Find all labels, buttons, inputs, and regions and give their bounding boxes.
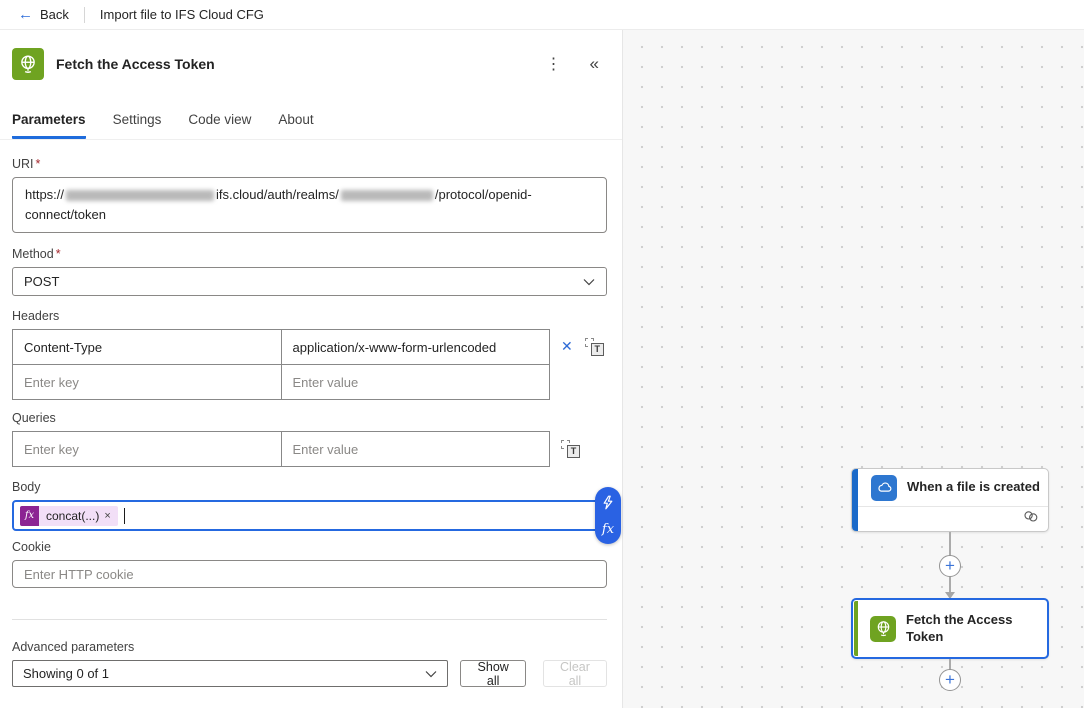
queries-text-mode-icon[interactable]: T bbox=[561, 439, 580, 458]
http-globe-icon bbox=[12, 48, 44, 80]
more-options-icon[interactable]: ⋮ bbox=[546, 54, 562, 74]
tab-about[interactable]: About bbox=[278, 106, 313, 139]
expression-button[interactable]: fx bbox=[595, 517, 621, 541]
chevron-down-icon bbox=[583, 274, 595, 289]
queries-table bbox=[12, 431, 550, 467]
header-value-input[interactable] bbox=[282, 330, 550, 364]
advanced-parameters-dropdown[interactable]: Showing 0 of 1 bbox=[12, 660, 448, 687]
remove-token-icon[interactable]: × bbox=[104, 510, 110, 522]
back-button[interactable]: ← Back bbox=[18, 7, 69, 22]
cookie-label: Cookie bbox=[12, 540, 607, 554]
header-row bbox=[13, 330, 549, 365]
action-config-panel: Fetch the Access Token ⋮ « Parameters Se… bbox=[0, 30, 622, 708]
show-all-button[interactable]: Show all bbox=[460, 660, 525, 687]
flow-title: Import file to IFS Cloud CFG bbox=[100, 7, 264, 22]
onedrive-cloud-icon bbox=[871, 475, 897, 501]
section-divider bbox=[12, 619, 607, 620]
action-node-title: Fetch the Access Token bbox=[906, 612, 1028, 645]
back-arrow-icon: ← bbox=[18, 7, 33, 22]
header-value-input[interactable] bbox=[282, 365, 550, 399]
cookie-input[interactable] bbox=[12, 560, 607, 588]
headers-label: Headers bbox=[12, 309, 607, 323]
http-globe-icon bbox=[870, 616, 896, 642]
uri-label: URI* bbox=[12, 157, 607, 171]
advanced-parameters-label: Advanced parameters bbox=[12, 640, 607, 654]
panel-tabs: Parameters Settings Code view About bbox=[0, 106, 622, 140]
header-row bbox=[13, 365, 549, 399]
tab-settings[interactable]: Settings bbox=[113, 106, 162, 139]
body-input[interactable]: fx concat(...) × bbox=[12, 500, 607, 531]
uri-input[interactable]: https://ifs.cloud/auth/realms//protocol/… bbox=[12, 177, 607, 233]
token-text: concat(...) bbox=[46, 509, 99, 523]
text-caret bbox=[124, 508, 125, 524]
chevron-down-icon bbox=[425, 666, 437, 681]
query-key-input[interactable] bbox=[13, 432, 281, 466]
uri-text-part: ifs.cloud/auth/realms/ bbox=[216, 187, 339, 202]
input-assist-capsule: fx bbox=[595, 487, 621, 544]
uri-text-part: https:// bbox=[25, 187, 64, 202]
delete-header-row-icon[interactable]: ✕ bbox=[561, 339, 573, 353]
redacted-realm-segment bbox=[341, 190, 433, 201]
tab-code-view[interactable]: Code view bbox=[188, 106, 251, 139]
connection-icon[interactable] bbox=[1023, 510, 1039, 528]
flow-canvas[interactable]: When a file is created + bbox=[622, 30, 1084, 708]
fx-badge-icon: fx bbox=[20, 506, 39, 526]
query-row bbox=[13, 432, 549, 466]
redacted-host-segment bbox=[66, 190, 214, 201]
collapse-panel-icon[interactable]: « bbox=[590, 54, 599, 74]
tab-parameters[interactable]: Parameters bbox=[12, 106, 86, 139]
query-value-input[interactable] bbox=[282, 432, 550, 466]
method-label: Method* bbox=[12, 247, 607, 261]
expression-token[interactable]: fx concat(...) × bbox=[20, 506, 118, 526]
panel-title: Fetch the Access Token bbox=[56, 56, 215, 72]
headers-table bbox=[12, 329, 550, 400]
action-node-fetch-the-access-token[interactable]: Fetch the Access Token bbox=[851, 598, 1049, 659]
headers-text-mode-icon[interactable]: T bbox=[585, 337, 604, 356]
dynamic-content-button[interactable] bbox=[595, 490, 621, 514]
queries-label: Queries bbox=[12, 411, 607, 425]
edge-line bbox=[949, 577, 951, 593]
panel-header: Fetch the Access Token ⋮ « bbox=[12, 48, 607, 80]
top-bar: ← Back Import file to IFS Cloud CFG bbox=[0, 0, 1084, 30]
header-key-input[interactable] bbox=[13, 365, 281, 399]
body-label: Body bbox=[12, 480, 607, 494]
method-value: POST bbox=[24, 274, 59, 289]
edge-line bbox=[949, 532, 951, 556]
clear-all-button[interactable]: Clear all bbox=[543, 660, 607, 687]
insert-step-button[interactable]: + bbox=[939, 669, 961, 691]
topbar-divider bbox=[84, 7, 85, 23]
insert-step-button[interactable]: + bbox=[939, 555, 961, 577]
trigger-node-title: When a file is created bbox=[907, 479, 1040, 495]
back-label: Back bbox=[40, 7, 69, 22]
method-dropdown[interactable]: POST bbox=[12, 267, 607, 296]
advanced-parameters-value: Showing 0 of 1 bbox=[23, 666, 109, 681]
trigger-node-when-a-file-is-created[interactable]: When a file is created bbox=[851, 468, 1049, 532]
header-key-input[interactable] bbox=[13, 330, 281, 364]
